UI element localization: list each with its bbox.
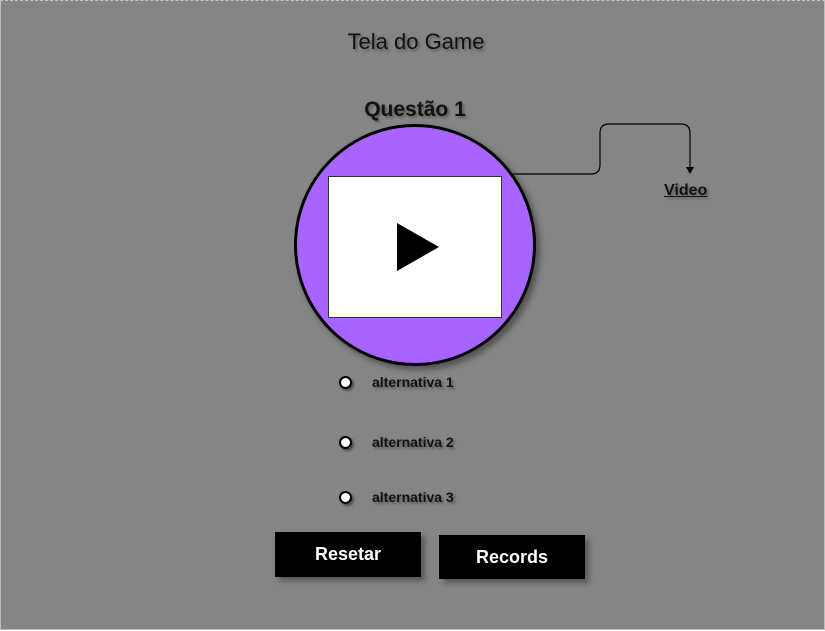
option-3-label: alternativa 3 [372, 489, 454, 505]
video-link[interactable]: Video [664, 182, 707, 200]
reset-button[interactable]: Resetar [275, 532, 421, 577]
option-2-label: alternativa 2 [372, 434, 454, 450]
records-button[interactable]: Records [439, 535, 585, 579]
option-1-label: alternativa 1 [372, 374, 454, 390]
option-3-radio[interactable] [339, 491, 352, 504]
screen-title: Tela do Game [347, 29, 485, 54]
video-player[interactable] [328, 176, 502, 318]
play-icon[interactable] [397, 223, 439, 271]
question-title: Questão 1 [364, 98, 466, 121]
option-1-radio[interactable] [339, 376, 352, 389]
option-2-radio[interactable] [339, 436, 352, 449]
game-screen: Tela do Game Questão 1 Video alternativa… [0, 0, 825, 630]
